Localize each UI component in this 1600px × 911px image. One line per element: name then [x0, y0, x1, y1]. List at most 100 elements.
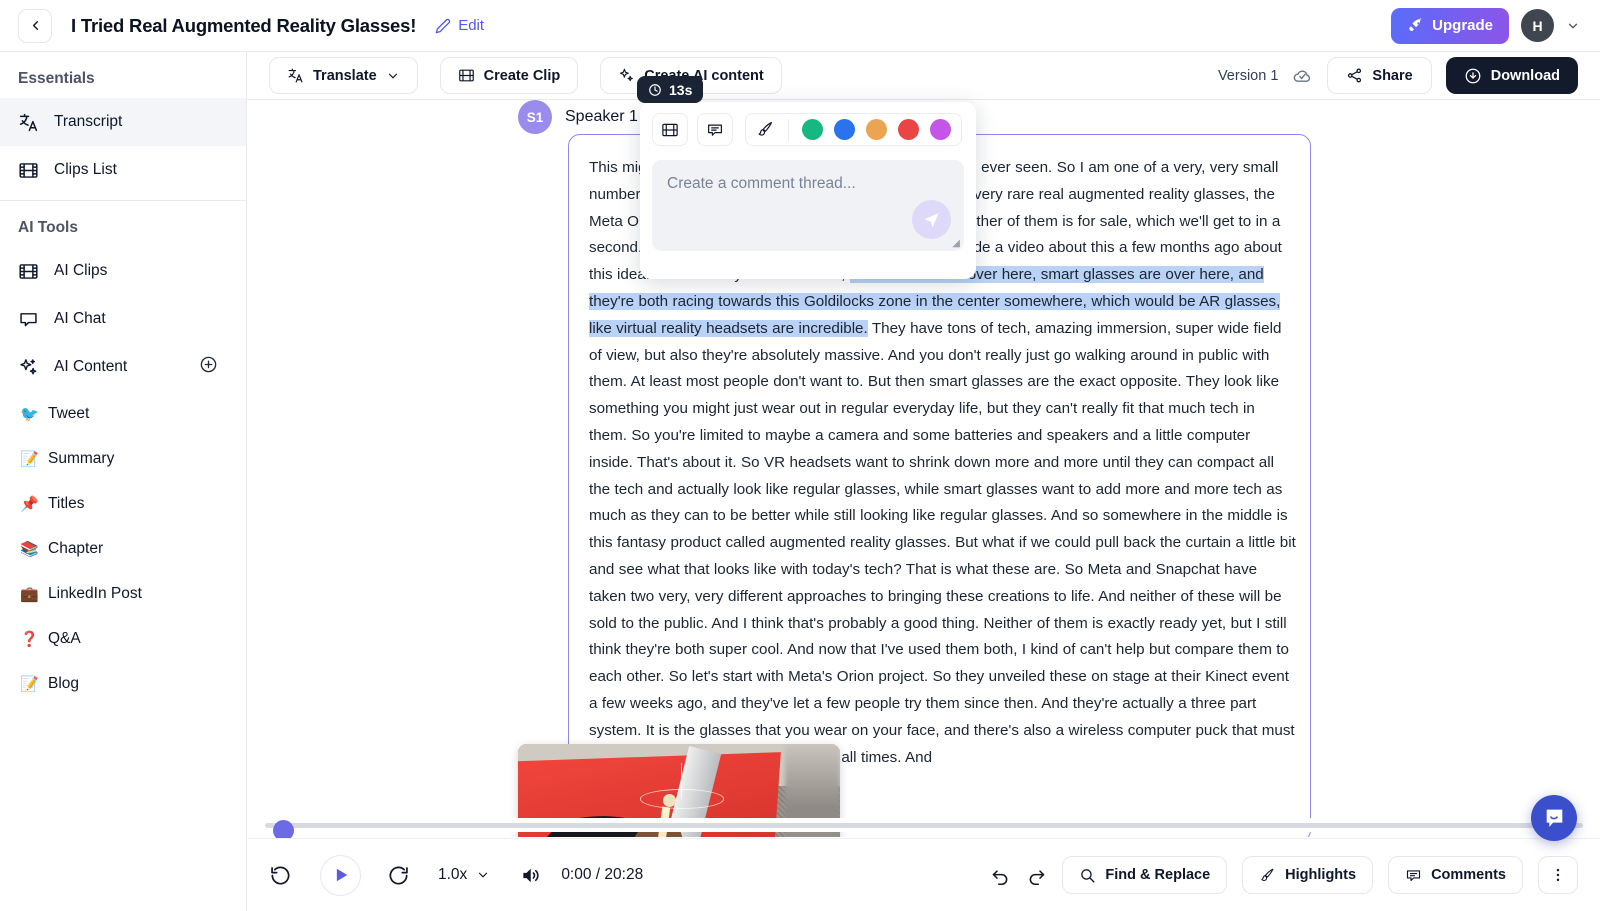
send-comment-button[interactable]	[912, 200, 951, 239]
speaker-avatar[interactable]: S1	[518, 100, 552, 134]
highlight-swatch-red[interactable]	[898, 119, 919, 140]
sidebar-item-label: Summary	[48, 449, 115, 467]
pushpin-emoji-icon: 📌	[20, 495, 39, 513]
highlight-swatch-orange[interactable]	[866, 119, 887, 140]
divider	[788, 118, 789, 141]
chevron-down-icon	[479, 872, 488, 878]
upgrade-label: Upgrade	[1432, 17, 1493, 34]
sidebar-item-ai-chat[interactable]: AI Chat	[0, 295, 246, 343]
bird-emoji-icon: 🐦	[20, 405, 39, 423]
sidebar-item-blog[interactable]: 📝 Blog	[0, 661, 246, 706]
more-vertical-icon	[1556, 868, 1560, 882]
comment-popover[interactable]: Create a comment thread... ◢	[640, 102, 976, 279]
cloud-check-icon[interactable]	[1292, 65, 1313, 86]
undo-button[interactable]	[990, 865, 1011, 886]
translate-icon	[288, 68, 303, 83]
highlights-button[interactable]: Highlights	[1242, 856, 1374, 894]
undo-icon	[993, 869, 1008, 885]
add-comment-button[interactable]	[697, 113, 733, 146]
create-clip-button[interactable]: Create Clip	[439, 57, 579, 94]
speaker-name[interactable]: Speaker 1	[565, 108, 638, 126]
sidebar-item-label: Q&A	[48, 629, 81, 647]
sidebar-item-label: Blog	[48, 674, 80, 692]
app-root: I Tried Real Augmented Reality Glasses! …	[0, 0, 1600, 911]
playback-speed-label: 1.0x	[438, 866, 468, 883]
sidebar-item-summary[interactable]: 📝 Summary	[0, 436, 246, 481]
translate-button[interactable]: Translate	[269, 57, 418, 94]
version-label: Version 1	[1217, 67, 1279, 84]
film-icon	[19, 263, 38, 279]
edit-title-button[interactable]: Edit	[435, 17, 484, 34]
sidebar-item-qa[interactable]: ❓ Q&A	[0, 616, 246, 661]
find-replace-label: Find & Replace	[1105, 867, 1211, 883]
more-options-button[interactable]	[1538, 856, 1578, 894]
memo-emoji-icon: 📝	[20, 450, 39, 468]
sparkles-icon	[620, 68, 634, 82]
film-icon	[19, 162, 38, 178]
sidebar-item-label: Transcript	[54, 113, 123, 130]
cloud-download-icon	[1465, 68, 1481, 83]
sidebar-item-transcript[interactable]: Transcript	[0, 98, 246, 146]
video-ar-ring-overlay	[640, 789, 725, 809]
create-clip-from-selection-button[interactable]	[652, 113, 688, 146]
download-button[interactable]: Download	[1445, 57, 1578, 94]
editor-toolbar: Translate Create Clip Create AI content …	[247, 52, 1600, 100]
translate-icon	[19, 113, 38, 131]
highlight-swatch-blue[interactable]	[834, 119, 855, 140]
comments-button[interactable]: Comments	[1388, 856, 1523, 894]
sidebar-item-label: Tweet	[48, 404, 90, 422]
share-button[interactable]: Share	[1327, 57, 1432, 94]
share-icon	[1348, 68, 1362, 83]
chevron-down-icon[interactable]	[1566, 19, 1580, 33]
upgrade-button[interactable]: Upgrade	[1391, 7, 1509, 44]
comment-input-placeholder: Create a comment thread...	[667, 175, 856, 192]
sidebar-item-label: AI Content	[54, 358, 128, 375]
back-button[interactable]	[18, 8, 52, 43]
highlight-color-picker	[745, 113, 962, 146]
rewind-button[interactable]	[269, 864, 292, 887]
intercom-chat-button[interactable]	[1531, 795, 1577, 841]
comments-label: Comments	[1431, 867, 1506, 883]
sidebar-item-clips-list[interactable]: Clips List	[0, 146, 246, 194]
redo-button[interactable]	[1026, 865, 1047, 886]
rewind-10-icon	[271, 866, 290, 884]
page-title: I Tried Real Augmented Reality Glasses!	[71, 14, 417, 36]
send-icon	[924, 213, 939, 228]
sidebar-item-ai-content[interactable]: AI Content	[0, 343, 246, 391]
forward-button[interactable]	[387, 864, 410, 887]
timeline-track[interactable]	[265, 820, 1583, 841]
player-bar-right: Find & Replace Highlights Comments	[990, 856, 1578, 894]
resize-handle[interactable]: ◢	[952, 238, 960, 249]
chevron-left-icon	[32, 21, 38, 30]
sidebar-item-ai-clips[interactable]: AI Clips	[0, 247, 246, 295]
chat-bubble-icon	[20, 312, 37, 326]
translate-label: Translate	[313, 67, 377, 84]
clock-icon	[649, 83, 661, 96]
add-ai-content-button[interactable]	[199, 355, 218, 379]
comment-input-wrapper[interactable]: Create a comment thread... ◢	[652, 160, 964, 251]
film-icon	[662, 123, 678, 136]
volume-button[interactable]	[520, 864, 543, 887]
play-button[interactable]	[320, 854, 361, 896]
avatar[interactable]: H	[1521, 9, 1554, 42]
sidebar-item-chapter[interactable]: 📚 Chapter	[0, 526, 246, 571]
books-emoji-icon: 📚	[20, 540, 39, 558]
comment-icon	[1406, 869, 1421, 881]
redo-icon	[1030, 869, 1045, 885]
share-label: Share	[1372, 67, 1413, 84]
sidebar-item-titles[interactable]: 📌 Titles	[0, 481, 246, 526]
sidebar: Essentials Transcript Clips List AI Tool…	[0, 52, 247, 911]
editor-toolbar-right: Version 1 Share Download	[1218, 57, 1578, 94]
highlight-swatch-purple[interactable]	[930, 119, 951, 140]
rocket-icon	[1409, 17, 1422, 32]
sidebar-item-tweet[interactable]: 🐦 Tweet	[0, 391, 246, 436]
sidebar-section-ai-tools: AI Tools	[18, 219, 78, 236]
highlight-swatch-green[interactable]	[802, 119, 823, 140]
find-replace-button[interactable]: Find & Replace	[1062, 856, 1228, 894]
sidebar-item-label: LinkedIn Post	[48, 584, 142, 602]
sidebar-item-linkedin-post[interactable]: 💼 LinkedIn Post	[0, 571, 246, 616]
player-bar: 1.0x 0:00 / 20:28 Find & Replace Highlig…	[247, 838, 1600, 911]
brush-icon[interactable]	[756, 120, 775, 139]
edit-label: Edit	[458, 17, 485, 34]
playback-speed-selector[interactable]: 1.0x	[438, 866, 490, 884]
